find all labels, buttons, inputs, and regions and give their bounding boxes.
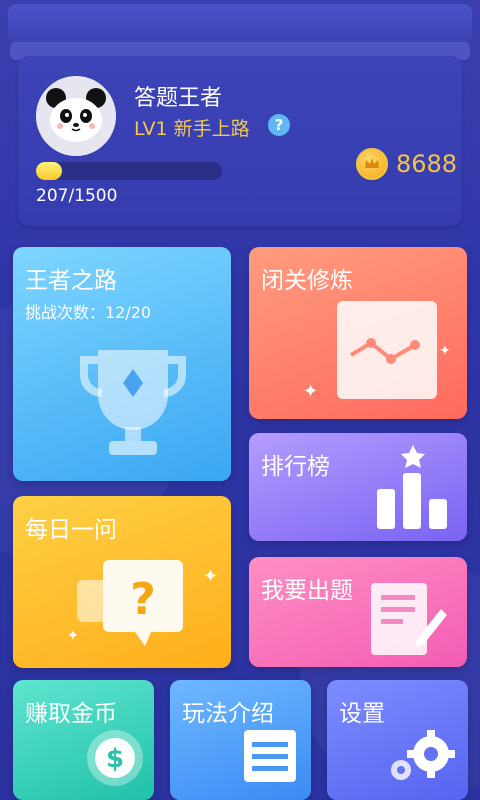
crown-coin-icon bbox=[356, 148, 388, 180]
profile-card: 答题王者 LV1 新手上路 ? 207/1500 8688 bbox=[18, 56, 462, 226]
challenge-count: 挑战次数：12/20 bbox=[25, 303, 152, 322]
dollar-coin-icon: $ bbox=[85, 728, 145, 788]
card-title: 排行榜 bbox=[261, 454, 330, 480]
sparkle-icon: ✦ bbox=[203, 566, 219, 587]
user-name: 答题王者 bbox=[134, 86, 223, 111]
king-road-card[interactable]: 王者之路 挑战次数：12/20 bbox=[13, 247, 231, 481]
card-title: 我要出题 bbox=[261, 578, 353, 604]
card-title: 赚取金币 bbox=[25, 701, 117, 727]
question-bubble-icon: ? bbox=[75, 556, 185, 652]
gear-icon bbox=[387, 724, 459, 788]
bar-podium-icon bbox=[373, 443, 453, 533]
card-title: 王者之路 bbox=[25, 268, 117, 294]
earn-coins-card[interactable]: 赚取金币 $ bbox=[13, 680, 154, 800]
edit-document-icon bbox=[367, 579, 451, 659]
xp-progress-bar bbox=[36, 162, 222, 180]
card-title: 闭关修炼 bbox=[261, 268, 353, 294]
trophy-icon bbox=[73, 335, 193, 465]
card-title: 每日一问 bbox=[25, 517, 117, 543]
user-level: LV1 新手上路 bbox=[134, 118, 250, 140]
card-title: 设置 bbox=[339, 701, 385, 727]
settings-card[interactable]: 设置 bbox=[327, 680, 468, 800]
card-title: 玩法介绍 bbox=[182, 701, 274, 727]
leaderboard-card[interactable]: 排行榜 bbox=[249, 433, 467, 541]
top-bar bbox=[8, 4, 472, 42]
coin-count: 8688 bbox=[396, 150, 458, 178]
panda-avatar[interactable] bbox=[36, 76, 116, 156]
svg-text:$: $ bbox=[106, 744, 124, 774]
training-card[interactable]: 闭关修炼 ✦ ✦ bbox=[249, 247, 467, 419]
document-list-icon bbox=[240, 726, 300, 786]
svg-text:?: ? bbox=[130, 574, 156, 625]
how-to-play-card[interactable]: 玩法介绍 bbox=[170, 680, 311, 800]
sparkle-icon: ✦ bbox=[439, 343, 451, 359]
sparkle-icon: ✦ bbox=[67, 628, 79, 644]
create-question-card[interactable]: 我要出题 bbox=[249, 557, 467, 667]
help-icon[interactable]: ? bbox=[268, 114, 290, 136]
xp-progress-fill bbox=[36, 162, 62, 180]
sparkle-icon: ✦ bbox=[303, 381, 319, 402]
line-chart-icon bbox=[335, 299, 441, 403]
xp-text: 207/1500 bbox=[36, 186, 118, 206]
daily-question-card[interactable]: 每日一问 ? ✦ ✦ bbox=[13, 496, 231, 668]
